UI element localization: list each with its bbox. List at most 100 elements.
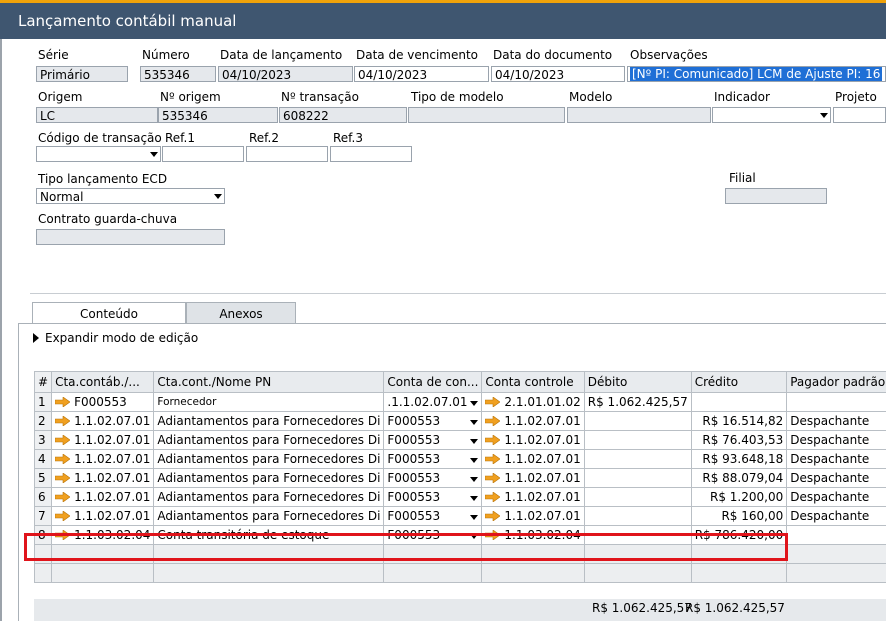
empty-cell[interactable] xyxy=(383,563,483,583)
numero-field[interactable]: 535346 xyxy=(140,66,216,82)
table-row[interactable]: 1 F000553 Fornecedor .1.1.02.07.01 2.1.01.01… xyxy=(33,392,886,412)
cell-conta-controle[interactable]: 1.1.02.07.01 xyxy=(481,468,585,488)
cell-pagador-padrao[interactable] xyxy=(786,392,886,412)
cell-conta-controle[interactable]: 1.1.02.07.01 xyxy=(481,449,585,469)
cell-nome-pn[interactable]: Adiantamentos para Fornecedores Di xyxy=(153,487,385,507)
empty-table-row[interactable] xyxy=(33,563,886,583)
cell-cta-contab[interactable]: 1.1.02.07.01 xyxy=(51,487,155,507)
link-arrow-icon[interactable] xyxy=(485,454,501,464)
contrato-field[interactable] xyxy=(36,229,225,245)
cell-pagador-padrao[interactable]: Despachante xyxy=(786,430,886,450)
chevron-down-icon[interactable] xyxy=(470,515,479,520)
link-arrow-icon[interactable] xyxy=(55,416,71,426)
tipo-modelo-field[interactable] xyxy=(408,107,565,123)
cell-pagador-padrao[interactable]: Despachante xyxy=(786,487,886,507)
cell-debito[interactable] xyxy=(583,430,692,450)
ref3-field[interactable] xyxy=(330,146,412,162)
table-row[interactable]: 7 1.1.02.07.01 Adiantamentos para Forneced… xyxy=(33,506,886,526)
empty-cell[interactable] xyxy=(786,563,886,583)
chevron-down-icon[interactable] xyxy=(470,477,479,482)
observacoes-field[interactable]: [Nº PI: Comunicado] LCM de Ajuste PI: 16 xyxy=(627,66,886,82)
link-arrow-icon[interactable] xyxy=(55,435,71,445)
empty-cell[interactable] xyxy=(153,563,385,583)
column-header-credito[interactable]: Crédito xyxy=(690,371,788,393)
cell-credito[interactable] xyxy=(690,392,788,412)
cell-pagador-padrao[interactable]: Despachante xyxy=(786,411,886,431)
cell-nome-pn[interactable]: Fornecedor xyxy=(153,392,385,412)
cell-cta-contab[interactable]: F000553 xyxy=(51,392,155,412)
cell-nome-pn[interactable]: Adiantamentos para Fornecedores Di xyxy=(153,506,385,526)
cell-debito[interactable] xyxy=(583,468,692,488)
codigo-transacao-dropdown[interactable] xyxy=(36,146,161,162)
cell-conta-controle[interactable]: 1.1.02.07.01 xyxy=(481,430,585,450)
empty-cell[interactable] xyxy=(786,544,886,564)
link-arrow-icon[interactable] xyxy=(485,492,501,502)
cell-credito[interactable]: R$ 1.200,00 xyxy=(690,487,788,507)
empty-cell[interactable] xyxy=(33,563,53,583)
cell-conta-contrapartida[interactable]: F000553 xyxy=(383,487,483,507)
modelo-field[interactable] xyxy=(567,107,711,123)
tipo-ecd-dropdown[interactable]: Normal xyxy=(36,188,225,204)
cell-credito[interactable]: R$ 160,00 xyxy=(690,506,788,526)
cell-pagador-padrao[interactable] xyxy=(786,525,886,545)
link-arrow-icon[interactable] xyxy=(485,511,501,521)
data-vencimento-field[interactable]: 04/10/2023 xyxy=(354,66,489,82)
table-row[interactable]: 3 1.1.02.07.01 Adiantamentos para Forneced… xyxy=(33,430,886,450)
link-arrow-icon[interactable] xyxy=(485,397,501,407)
cell-debito[interactable] xyxy=(583,449,692,469)
chevron-down-icon[interactable] xyxy=(470,439,479,444)
tab-anexos[interactable]: Anexos xyxy=(186,302,296,324)
column-header-cta-contab[interactable]: Cta.contáb./... xyxy=(51,371,155,393)
cell-debito[interactable] xyxy=(583,411,692,431)
cell-cta-contab[interactable]: 1.1.02.07.01 xyxy=(51,468,155,488)
cell-cta-contab[interactable]: 1.1.02.07.01 xyxy=(51,430,155,450)
projeto-field[interactable] xyxy=(833,107,886,123)
serie-field[interactable]: Primário xyxy=(36,66,128,82)
chevron-down-icon[interactable] xyxy=(470,401,479,406)
link-arrow-icon[interactable] xyxy=(55,492,71,502)
cell-conta-contrapartida[interactable]: F000553 xyxy=(383,411,483,431)
tab-conteudo[interactable]: Conteúdo xyxy=(32,302,186,324)
data-lancamento-field[interactable]: 04/10/2023 xyxy=(218,66,353,82)
chevron-down-icon[interactable] xyxy=(470,496,479,501)
cell-debito[interactable] xyxy=(583,487,692,507)
ref1-field[interactable] xyxy=(162,146,244,162)
column-header-pagador-padrao[interactable]: Pagador padrão xyxy=(786,371,886,393)
column-header-nome-pn[interactable]: Cta.cont./Nome PN xyxy=(153,371,385,393)
cell-conta-contrapartida[interactable]: F000553 xyxy=(383,449,483,469)
link-arrow-icon[interactable] xyxy=(55,473,71,483)
cell-conta-controle[interactable]: 1.1.02.07.01 xyxy=(481,506,585,526)
origem-field[interactable]: LC xyxy=(36,107,158,123)
cell-debito[interactable]: R$ 1.062.425,57 xyxy=(583,392,692,412)
link-arrow-icon[interactable] xyxy=(55,397,71,407)
indicador-dropdown[interactable] xyxy=(712,107,831,123)
chevron-down-icon[interactable] xyxy=(470,458,479,463)
cell-nome-pn[interactable]: Adiantamentos para Fornecedores Di xyxy=(153,430,385,450)
cell-credito[interactable]: R$ 93.648,18 xyxy=(690,449,788,469)
column-header-conta-contrapartida[interactable]: Conta de con... xyxy=(383,371,483,393)
data-documento-field[interactable]: 04/10/2023 xyxy=(491,66,625,82)
table-row[interactable]: 4 1.1.02.07.01 Adiantamentos para Forneced… xyxy=(33,449,886,469)
cell-credito[interactable]: R$ 16.514,82 xyxy=(690,411,788,431)
cell-conta-controle[interactable]: 2.1.01.01.02 xyxy=(481,392,585,412)
cell-pagador-padrao[interactable]: Despachante xyxy=(786,506,886,526)
cell-nome-pn[interactable]: Adiantamentos para Fornecedores Di xyxy=(153,449,385,469)
ref2-field[interactable] xyxy=(246,146,328,162)
cell-pagador-padrao[interactable]: Despachante xyxy=(786,449,886,469)
cell-credito[interactable]: R$ 76.403,53 xyxy=(690,430,788,450)
empty-cell[interactable] xyxy=(481,563,585,583)
cell-conta-contrapartida[interactable]: F000553 xyxy=(383,506,483,526)
cell-nome-pn[interactable]: Adiantamentos para Fornecedores Di xyxy=(153,411,385,431)
cell-conta-controle[interactable]: 1.1.02.07.01 xyxy=(481,411,585,431)
chevron-down-icon[interactable] xyxy=(470,420,479,425)
cell-cta-contab[interactable]: 1.1.02.07.01 xyxy=(51,449,155,469)
column-header-debito[interactable]: Débito xyxy=(583,371,692,393)
table-row[interactable]: 2 1.1.02.07.01 Adiantamentos para Forneced… xyxy=(33,411,886,431)
filial-field[interactable] xyxy=(725,188,827,204)
cell-conta-controle[interactable]: 1.1.02.07.01 xyxy=(481,487,585,507)
link-arrow-icon[interactable] xyxy=(485,473,501,483)
cell-conta-contrapartida[interactable]: .1.1.02.07.01 xyxy=(383,392,483,412)
cell-cta-contab[interactable]: 1.1.02.07.01 xyxy=(51,411,155,431)
n-origem-field[interactable]: 535346 xyxy=(158,107,278,123)
cell-cta-contab[interactable]: 1.1.02.07.01 xyxy=(51,506,155,526)
